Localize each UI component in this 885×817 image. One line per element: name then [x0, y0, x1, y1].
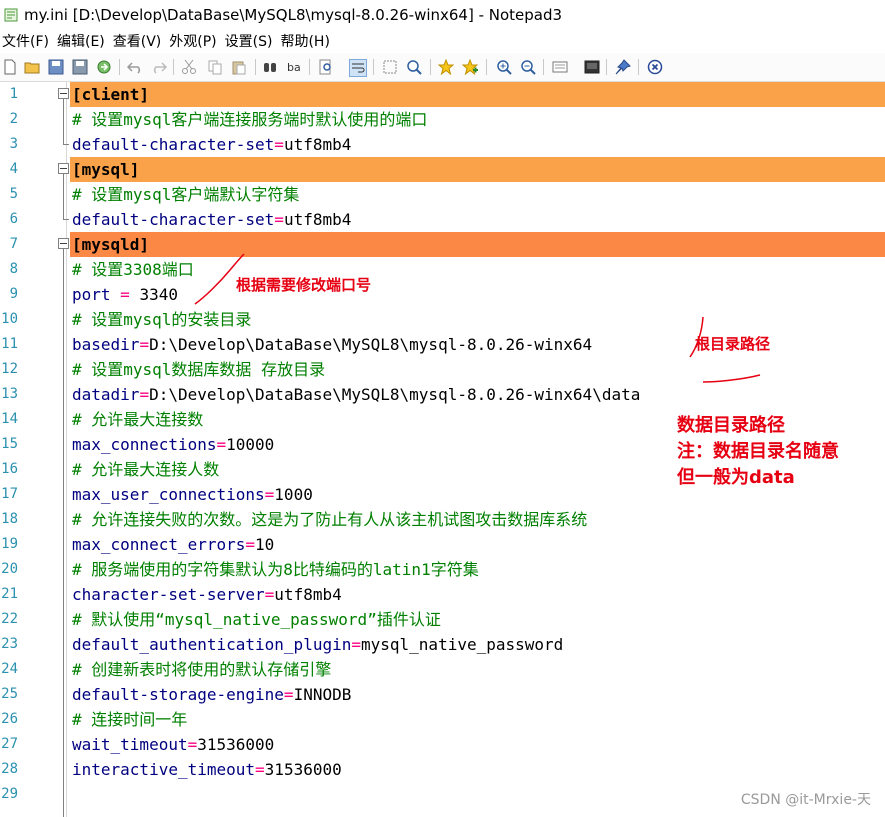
find-icon[interactable]: [262, 59, 278, 75]
toolbar-separator: [119, 59, 120, 75]
word-wrap-icon[interactable]: [349, 59, 367, 77]
datadir-annotation-3: 但一般为data: [677, 467, 795, 488]
favorite-icon[interactable]: [438, 59, 454, 75]
toolbar-separator: [543, 59, 544, 75]
datadir-annotation-1: 数据目录路径: [677, 415, 785, 436]
toolbar: ba: [0, 53, 885, 82]
copy-icon[interactable]: [207, 59, 223, 75]
title-bar: my.ini [D:\Develop\DataBase\MySQL8\mysql…: [0, 0, 885, 30]
find-in-files-icon[interactable]: [318, 59, 334, 75]
toolbar-separator: [430, 59, 431, 75]
basedir-annotation: 根目录路径: [695, 335, 771, 353]
zoom-out-icon[interactable]: [520, 59, 536, 75]
toolbar-separator: [606, 59, 607, 75]
open-folder-icon[interactable]: [24, 59, 40, 75]
schema-icon[interactable]: [552, 59, 568, 75]
zoom-in-icon[interactable]: [496, 59, 512, 75]
close-icon[interactable]: [647, 59, 663, 75]
port-annotation: 根据需要修改端口号: [236, 276, 372, 294]
menu-settings[interactable]: 设置(S): [223, 31, 279, 51]
watermark: CSDN @it-Mrxie-天: [740, 792, 871, 808]
add-favorite-icon[interactable]: [462, 59, 478, 75]
text-editor[interactable]: 1 2 3 4 5 6 7 8 9 10 11 12 13 14 15 16 17 18 19 20 21 22 23 24 2…: [0, 82, 885, 817]
save-as-icon[interactable]: [72, 59, 88, 75]
menu-help[interactable]: 帮助(H): [278, 31, 335, 51]
zoom-fit-icon[interactable]: [406, 59, 422, 75]
toolbar-separator: [486, 59, 487, 75]
customize-icon[interactable]: [584, 59, 600, 75]
undo-icon[interactable]: [127, 59, 143, 75]
menu-edit[interactable]: 编辑(E): [55, 31, 111, 51]
pin-icon[interactable]: [615, 59, 631, 75]
cut-icon[interactable]: [181, 59, 197, 75]
menu-view[interactable]: 查看(V): [111, 31, 168, 51]
toolbar-separator: [255, 59, 256, 75]
menu-file[interactable]: 文件(F): [0, 31, 55, 51]
replace-icon[interactable]: ba: [286, 59, 302, 75]
new-file-icon[interactable]: [2, 59, 18, 75]
datadir-annotation-2: 注：数据目录名随意: [677, 441, 839, 462]
toolbar-separator: [309, 59, 310, 75]
toolbar-separator: [173, 59, 174, 75]
browse-icon[interactable]: [96, 59, 112, 75]
menu-appearance[interactable]: 外观(P): [167, 31, 222, 51]
toolbar-separator: [638, 59, 639, 75]
select-icon[interactable]: [382, 59, 398, 75]
paste-icon[interactable]: [231, 59, 247, 75]
svg-text:ba: ba: [287, 61, 301, 74]
redo-icon[interactable]: [151, 59, 167, 75]
window-title: my.ini [D:\Develop\DataBase\MySQL8\mysql…: [24, 6, 563, 24]
toolbar-separator: [373, 59, 374, 75]
save-icon[interactable]: [48, 59, 64, 75]
notepad3-app-icon: [4, 8, 18, 22]
menu-bar: 文件(F) 编辑(E) 查看(V) 外观(P) 设置(S) 帮助(H): [0, 30, 885, 52]
